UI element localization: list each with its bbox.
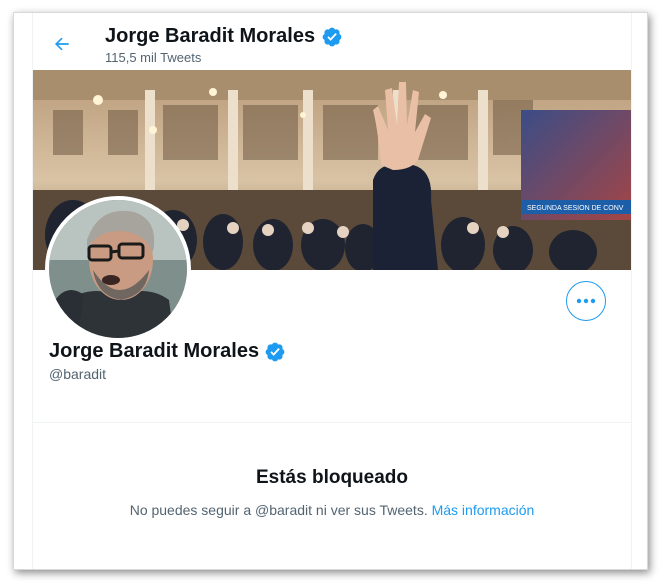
avatar[interactable]: [45, 196, 191, 342]
verified-badge-icon: [265, 342, 285, 361]
blocked-title: Estás bloqueado: [255, 467, 409, 488]
arrow-left-icon: [55, 37, 69, 51]
learn-more-link[interactable]: Más información: [432, 502, 535, 518]
back-button[interactable]: [45, 27, 79, 61]
more-dots-icon: [576, 298, 596, 304]
header-name: Jorge Baradit Morales: [105, 25, 316, 47]
profile-header: Jorge Baradit Morales 115,5 mil Tweets: [33, 13, 631, 70]
blocked-message: No puedes seguir a @baradit ni ver sus T…: [33, 502, 631, 518]
profile-name-text: Jorge Baradit Morales: [49, 340, 260, 362]
divider: [33, 422, 631, 423]
avatar-image: [49, 200, 187, 338]
profile-handle: @baradit: [49, 366, 107, 382]
profile-name: Jorge Baradit Morales: [49, 340, 286, 363]
verified-badge-icon: [322, 27, 342, 46]
header-title: Jorge Baradit Morales: [105, 25, 343, 48]
tweet-count: 115,5 mil Tweets: [105, 50, 202, 65]
browser-window: Jorge Baradit Morales 115,5 mil Tweets S…: [13, 12, 648, 570]
more-button[interactable]: [566, 281, 606, 321]
banner-screen-caption: SEGUNDA SESION DE CONV: [527, 205, 624, 212]
blocked-message-text: No puedes seguir a @baradit ni ver sus T…: [129, 502, 428, 518]
profile-column: Jorge Baradit Morales 115,5 mil Tweets S…: [32, 13, 632, 569]
